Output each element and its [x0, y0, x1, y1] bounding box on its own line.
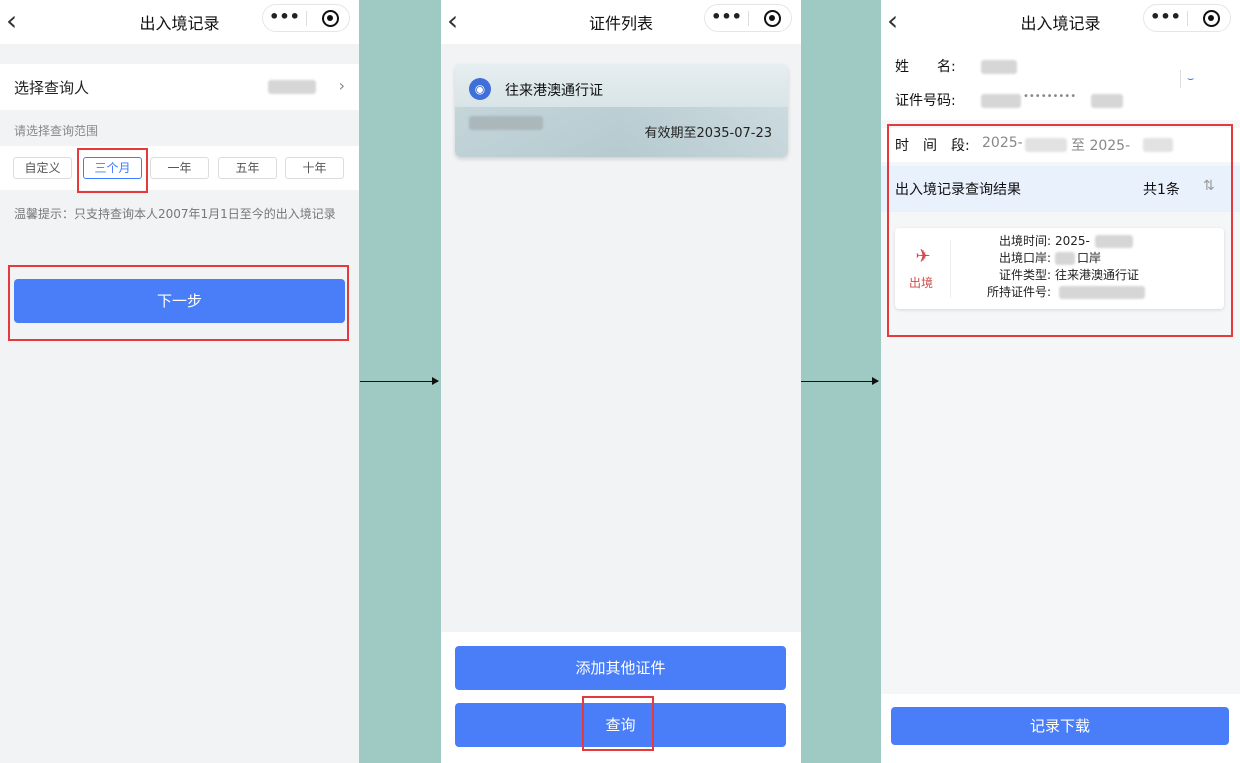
select-person-row[interactable]: 选择查询人 ›	[0, 64, 359, 110]
time-range-to: 至 2025-	[1071, 138, 1131, 154]
time-range-row: 时 间 段: 2025- 至 2025-	[881, 128, 1240, 162]
close-target-icon[interactable]	[322, 10, 339, 27]
doc-no-label: 所持证件号:	[986, 285, 1051, 299]
result-title: 出入境记录查询结果	[895, 182, 1021, 198]
exit-time-value: 2025-	[1055, 234, 1090, 248]
document-card[interactable]: ◉ 往来港澳通行证 有效期至2035-07-23	[455, 64, 788, 157]
passport-icon: ◉	[469, 78, 491, 100]
document-name: 往来港澳通行证	[505, 83, 603, 99]
doc-type-label: 证件类型:	[998, 268, 1051, 282]
result-count: 共1条	[1143, 182, 1180, 198]
query-button[interactable]: 查询	[455, 703, 786, 747]
document-expiry: 有效期至2035-07-23	[644, 126, 772, 141]
record-line-exit-time: 出境时间: 2025-	[965, 233, 1217, 250]
range-five-years-button[interactable]: 五年	[218, 157, 277, 179]
holder-info: 姓 名: 证件号码: ••••••••• ⌣	[881, 44, 1240, 120]
exit-time-label: 出境时间:	[998, 234, 1051, 248]
result-header: 出入境记录查询结果 共1条 ⇅	[881, 166, 1240, 212]
range-custom-button[interactable]: 自定义	[13, 157, 72, 179]
record-details: 出境时间: 2025- 出境口岸: 口岸 证件类型: 往来港澳通行证 所持证件号…	[965, 233, 1217, 301]
eye-closed-icon[interactable]: ⌣	[1180, 70, 1210, 88]
bottom-action-bar: 添加其他证件 查询	[441, 632, 801, 763]
mini-program-capsule: •••	[1143, 4, 1231, 32]
record-type-tag: 出境	[909, 276, 934, 290]
redacted-name	[268, 80, 316, 94]
name-label: 姓 名:	[895, 59, 956, 75]
flow-arrow-2	[801, 377, 879, 385]
redacted-holder-name	[981, 60, 1017, 74]
screen-entry-exit-query: ‹ 出入境记录 ••• 选择查询人 › 请选择查询范围 自定义 三个月 一年 五…	[0, 0, 359, 763]
id-number-label: 证件号码:	[895, 93, 956, 109]
redacted-from-date	[1025, 138, 1067, 152]
capsule-divider	[306, 11, 307, 26]
range-one-year-button[interactable]: 一年	[150, 157, 209, 179]
more-icon[interactable]: •••	[1144, 5, 1187, 29]
mini-program-capsule: •••	[704, 4, 792, 32]
redacted-id-start	[981, 94, 1021, 108]
range-label: 请选择查询范围	[14, 124, 99, 138]
select-person-label: 选择查询人	[14, 79, 90, 97]
time-range-from: 2025-	[982, 135, 1023, 151]
record-card[interactable]: ✈ 出境 出境时间: 2025- 出境口岸: 口岸 证件类型: 往来港澳通行证 …	[895, 228, 1224, 309]
close-target-icon[interactable]	[1203, 10, 1220, 27]
bottom-action-bar: 记录下载	[881, 694, 1240, 763]
screen-query-result: ‹ 出入境记录 ••• 姓 名: 证件号码: ••••••••• ⌣ 时 间 段…	[881, 0, 1240, 763]
masked-id-dots: •••••••••	[1023, 91, 1077, 102]
nav-bar: ‹ 出入境记录 •••	[0, 0, 359, 44]
range-three-months-button[interactable]: 三个月	[83, 157, 142, 179]
redacted-id-end	[1091, 94, 1123, 108]
record-line-port: 出境口岸: 口岸	[965, 250, 1217, 267]
time-range-label: 时 间 段:	[895, 138, 970, 154]
redacted-to-date	[1143, 138, 1173, 152]
next-step-button[interactable]: 下一步	[14, 279, 345, 323]
close-target-icon[interactable]	[764, 10, 781, 27]
more-icon[interactable]: •••	[705, 5, 748, 29]
doc-type-value: 往来港澳通行证	[1055, 268, 1140, 282]
screen-document-list: ‹ 证件列表 ••• ◉ 往来港澳通行证 有效期至2035-07-23 添加其他…	[441, 0, 801, 763]
redacted-exit-time	[1095, 235, 1133, 248]
range-ten-years-button[interactable]: 十年	[285, 157, 344, 179]
capsule-divider	[1187, 11, 1188, 26]
port-value: 口岸	[1077, 251, 1102, 265]
record-line-doc-no: 所持证件号:	[965, 284, 1217, 301]
download-records-button[interactable]: 记录下载	[891, 707, 1229, 745]
sort-icon[interactable]: ⇅	[1203, 178, 1215, 194]
redacted-document-number	[469, 116, 543, 130]
range-options: 自定义 三个月 一年 五年 十年	[0, 146, 359, 190]
departure-plane-icon: ✈	[915, 246, 931, 267]
chevron-right-icon[interactable]: ›	[339, 76, 345, 95]
redacted-doc-number	[1059, 286, 1145, 299]
flow-arrow-1	[360, 377, 439, 385]
redacted-port	[1055, 252, 1075, 265]
record-line-doc-type: 证件类型: 往来港澳通行证	[965, 267, 1217, 284]
port-label: 出境口岸:	[998, 251, 1051, 265]
tip-text: 温馨提示：只支持查询本人2007年1月1日至今的出入境记录	[14, 207, 336, 221]
capsule-divider	[748, 11, 749, 26]
record-divider	[950, 240, 951, 298]
nav-bar: ‹ 证件列表 •••	[441, 0, 801, 44]
more-icon[interactable]: •••	[263, 5, 306, 29]
add-document-button[interactable]: 添加其他证件	[455, 646, 786, 690]
mini-program-capsule: •••	[262, 4, 350, 32]
nav-bar: ‹ 出入境记录 •••	[881, 0, 1240, 44]
